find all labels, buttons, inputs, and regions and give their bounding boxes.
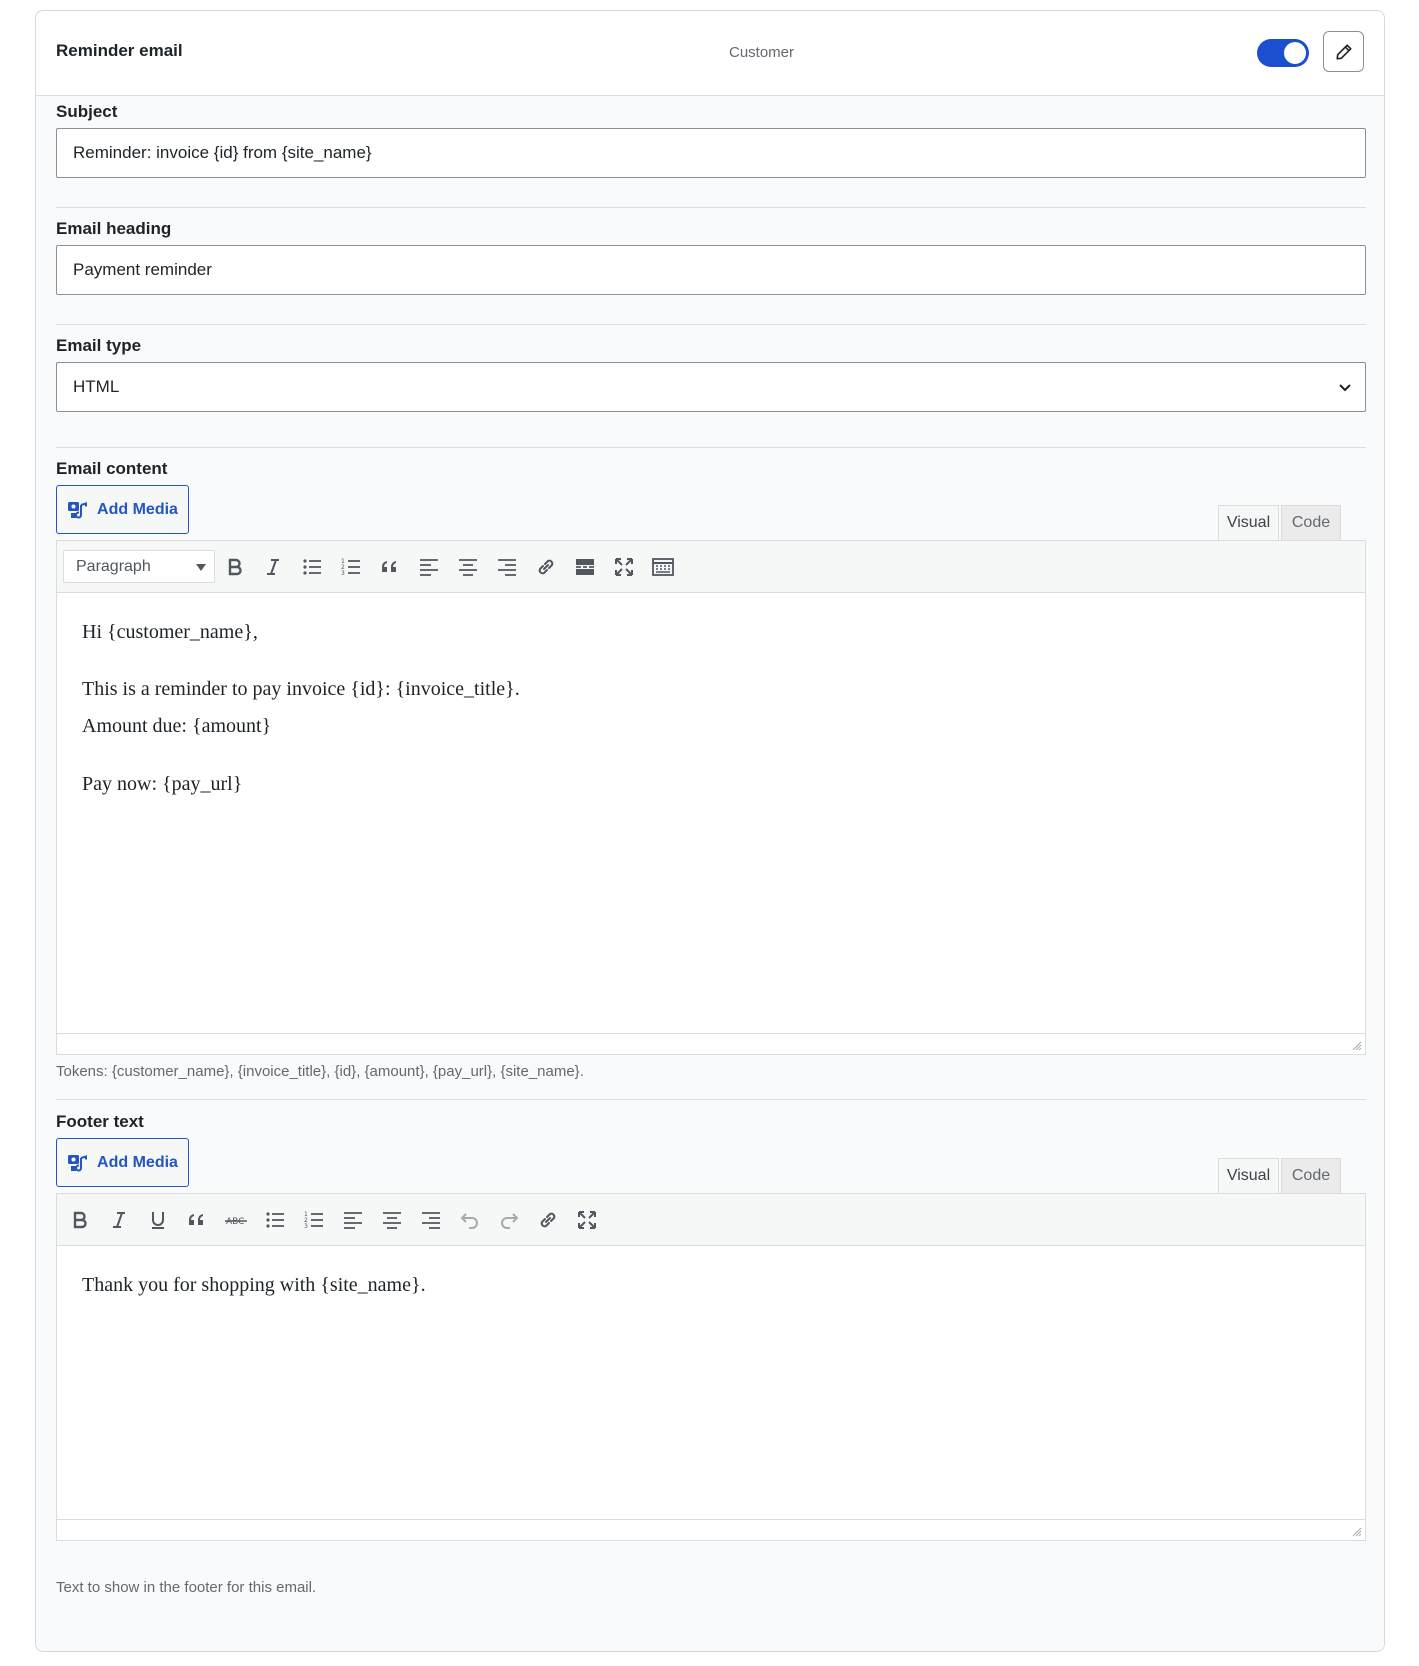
- align-right-icon[interactable]: [417, 1206, 445, 1234]
- bold-icon[interactable]: [221, 553, 249, 581]
- add-media-button[interactable]: Add Media: [56, 1138, 189, 1187]
- email-title: Reminder email: [56, 41, 183, 60]
- footer-text-label: Footer text: [56, 1112, 144, 1131]
- add-media-label: Add Media: [97, 500, 178, 518]
- align-right-icon[interactable]: [493, 553, 521, 581]
- blockquote-icon[interactable]: [376, 553, 404, 581]
- align-center-icon[interactable]: [378, 1206, 406, 1234]
- email-content-editor[interactable]: Paragraph 123 Hi {customer_name}, This i…: [56, 540, 1366, 1055]
- bullet-list-icon[interactable]: [261, 1206, 289, 1234]
- footer-line: Thank you for shopping with {site_name}.: [82, 1274, 426, 1296]
- content-line: Amount due: {amount}: [82, 715, 272, 737]
- toggle-knob: [1284, 42, 1306, 64]
- pencil-icon: [1335, 43, 1352, 60]
- content-line: This is a reminder to pay invoice {id}: …: [82, 678, 520, 700]
- redo-icon[interactable]: [495, 1206, 523, 1234]
- numbered-list-icon[interactable]: 123: [337, 553, 365, 581]
- recipient-label: Customer: [729, 44, 795, 61]
- content-line: Hi {customer_name},: [82, 621, 258, 643]
- italic-icon[interactable]: [259, 553, 287, 581]
- editor-statusbar: [57, 1033, 1365, 1054]
- link-icon[interactable]: [534, 1206, 562, 1234]
- editor-statusbar: [57, 1519, 1365, 1540]
- bold-icon[interactable]: [66, 1206, 94, 1234]
- divider: [56, 207, 1366, 208]
- divider: [56, 447, 1366, 448]
- align-center-icon[interactable]: [454, 553, 482, 581]
- read-more-icon[interactable]: [571, 553, 599, 581]
- email-heading-input[interactable]: Payment reminder: [56, 245, 1366, 295]
- resize-handle-icon[interactable]: [1352, 1041, 1362, 1051]
- email-type-select[interactable]: HTML: [56, 362, 1366, 412]
- fullscreen-icon[interactable]: [610, 553, 638, 581]
- edit-button[interactable]: [1323, 31, 1364, 72]
- enable-toggle[interactable]: [1257, 39, 1309, 67]
- caret-down-icon: [196, 564, 206, 571]
- italic-icon[interactable]: [105, 1206, 133, 1234]
- bullet-list-icon[interactable]: [298, 553, 326, 581]
- align-left-icon[interactable]: [339, 1206, 367, 1234]
- email-type-label: Email type: [56, 336, 142, 355]
- undo-icon[interactable]: [456, 1206, 484, 1234]
- add-media-icon: [68, 501, 88, 519]
- add-media-label: Add Media: [97, 1153, 178, 1171]
- email-settings-card: Reminder email Customer Subject Reminder…: [35, 10, 1385, 1652]
- subject-input[interactable]: Reminder: invoice {id} from {site_name}: [56, 128, 1366, 178]
- format-select[interactable]: Paragraph: [63, 550, 215, 583]
- tokens-help: Tokens: {customer_name}, {invoice_title}…: [56, 1063, 584, 1080]
- blockquote-icon[interactable]: [183, 1206, 211, 1234]
- divider: [56, 1099, 1366, 1100]
- editor-toolbar: Paragraph 123: [57, 541, 1365, 593]
- svg-text:3: 3: [304, 1223, 308, 1230]
- link-icon[interactable]: [532, 553, 560, 581]
- fullscreen-icon[interactable]: [573, 1206, 601, 1234]
- add-media-icon: [68, 1154, 88, 1172]
- format-select-value: Paragraph: [76, 558, 151, 575]
- resize-handle-icon[interactable]: [1352, 1527, 1362, 1537]
- tab-code[interactable]: Code: [1281, 1158, 1341, 1193]
- chevron-down-icon: [1339, 384, 1351, 392]
- footer-help: Text to show in the footer for this emai…: [56, 1579, 317, 1596]
- underline-icon[interactable]: [144, 1206, 172, 1234]
- email-content-body[interactable]: Hi {customer_name}, This is a reminder t…: [57, 594, 1365, 1035]
- editor-toolbar: ABC 123: [57, 1194, 1365, 1246]
- email-type-value: HTML: [73, 377, 120, 396]
- align-left-icon[interactable]: [415, 553, 443, 581]
- content-line: Pay now: {pay_url}: [82, 773, 243, 795]
- footer-text-body[interactable]: Thank you for shopping with {site_name}.: [57, 1247, 1365, 1521]
- numbered-list-icon[interactable]: 123: [300, 1206, 328, 1234]
- toolbar-toggle-icon[interactable]: [649, 553, 677, 581]
- email-heading-label: Email heading: [56, 219, 172, 238]
- subject-label: Subject: [56, 102, 118, 121]
- email-content-label: Email content: [56, 459, 168, 478]
- tab-visual[interactable]: Visual: [1218, 1158, 1279, 1193]
- strikethrough-icon[interactable]: ABC: [222, 1206, 250, 1234]
- tab-visual[interactable]: Visual: [1218, 505, 1279, 540]
- add-media-button[interactable]: Add Media: [56, 485, 189, 534]
- card-header: Reminder email Customer: [36, 11, 1384, 96]
- svg-text:3: 3: [341, 570, 345, 577]
- tab-code[interactable]: Code: [1281, 505, 1341, 540]
- footer-text-editor[interactable]: ABC 123 Thank you for shopping with {sit…: [56, 1193, 1366, 1541]
- divider: [56, 324, 1366, 325]
- svg-text:ABC: ABC: [226, 1217, 244, 1227]
